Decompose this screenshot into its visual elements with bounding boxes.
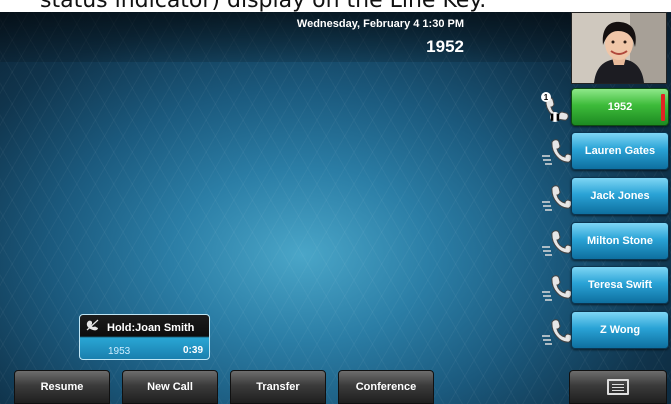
line-key-label: Teresa Swift	[588, 279, 652, 291]
status-indicator	[661, 94, 665, 121]
handset-icon	[542, 139, 572, 165]
line-key-label: 1952	[607, 101, 633, 113]
line-key-jack-jones[interactable]: Jack Jones	[571, 177, 669, 215]
line-key-z-wong[interactable]: Z Wong	[571, 311, 669, 349]
softkey-bar: Resume New Call Transfer Conference	[0, 370, 671, 404]
conference-button[interactable]: Conference	[338, 370, 434, 404]
handset-icon	[542, 275, 572, 301]
menu-button[interactable]	[569, 370, 667, 404]
handset-icon	[542, 230, 572, 256]
line-key-label: Jack Jones	[590, 190, 650, 202]
extension-number: 1952	[426, 37, 464, 56]
new-call-button[interactable]: New Call	[122, 370, 218, 404]
line-key-label: Lauren Gates	[584, 145, 656, 157]
resume-button[interactable]: Resume	[14, 370, 110, 404]
status-bar: Wednesday, February 4 1:30 PM 1952	[0, 12, 571, 62]
caption-strip: status indicator) display on the Line Ke…	[0, 0, 671, 12]
held-call-card[interactable]: Hold:Joan Smith 1953 0:39	[79, 314, 210, 360]
handset-icon	[542, 319, 572, 345]
handset-icon	[542, 185, 572, 211]
caption-text: status indicator) display on the Line Ke…	[40, 0, 486, 12]
line-key-label: Milton Stone	[587, 235, 653, 247]
line-key-label: Z Wong	[599, 324, 641, 336]
line-key-teresa-swift[interactable]: Teresa Swift	[571, 266, 669, 304]
line-key-milton-stone[interactable]: Milton Stone	[571, 222, 669, 260]
line-key-1952[interactable]: 1952	[571, 88, 669, 126]
held-call-title: Hold:Joan Smith	[107, 322, 195, 334]
date-time: Wednesday, February 4 1:30 PM	[296, 18, 464, 30]
held-call-icon	[86, 319, 99, 331]
held-call-duration: 0:39	[182, 345, 203, 356]
hold-pause-icon: ❚❚	[549, 112, 561, 122]
held-call-number: 1953	[108, 346, 131, 357]
line-key-lauren-gates[interactable]: Lauren Gates	[571, 132, 669, 170]
call-count-badge: 1	[541, 92, 551, 102]
line-keys: 1 ❚❚ 1952 Lauren Gates Jack Jones Milton	[538, 12, 671, 349]
menu-icon	[607, 379, 629, 395]
phone-screen: Wednesday, February 4 1:30 PM 1952 1 ❚❚ …	[0, 12, 671, 404]
transfer-button[interactable]: Transfer	[230, 370, 326, 404]
